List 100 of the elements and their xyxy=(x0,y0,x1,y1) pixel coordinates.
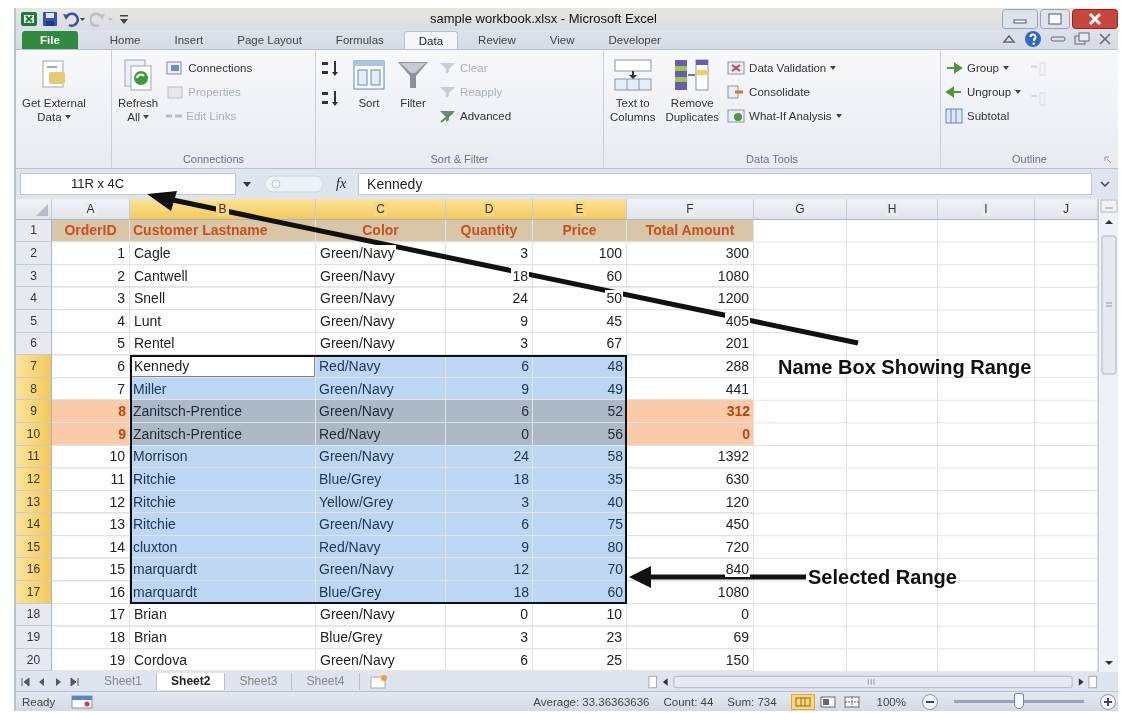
table-cell: 288 xyxy=(627,355,754,378)
row-header[interactable]: 15 xyxy=(16,535,52,559)
table-cell: 1200 xyxy=(627,287,754,310)
table-cell: Lunt xyxy=(130,309,316,333)
table-cell: 9 xyxy=(446,309,533,333)
table-cell: 6 xyxy=(446,355,533,378)
ribbon-button[interactable]: Sort xyxy=(350,53,388,114)
row-header[interactable]: 4 xyxy=(16,287,52,310)
macro-record-icon[interactable] xyxy=(69,693,96,710)
column-header[interactable]: E xyxy=(533,198,627,220)
undo-icon[interactable] xyxy=(62,10,86,27)
row-header[interactable]: 19 xyxy=(16,626,52,649)
row-header[interactable]: 9 xyxy=(16,400,52,423)
table-cell: Cordova xyxy=(130,648,316,672)
insert-function-button[interactable]: fx xyxy=(330,175,353,192)
dialog-launcher-icon[interactable] xyxy=(1104,155,1112,164)
table-cell: 11 xyxy=(52,468,130,491)
table-cell: Blue/Grey xyxy=(316,468,446,491)
column-header[interactable]: I xyxy=(938,198,1035,220)
table-cell: 6 xyxy=(446,513,533,536)
ribbon-button[interactable]: Ungroup xyxy=(945,81,1024,102)
sheet-tab[interactable]: Sheet2 xyxy=(157,673,226,691)
table-cell: 0 xyxy=(446,603,533,627)
ribbon-tab[interactable]: Formulas xyxy=(321,30,398,49)
table-cell: 50 xyxy=(533,287,627,310)
row-header[interactable]: 11 xyxy=(16,445,52,469)
column-header[interactable]: F xyxy=(627,198,754,220)
annotation-label: Name Box Showing Range xyxy=(778,356,1032,379)
row-header[interactable]: 17 xyxy=(16,581,52,604)
name-box[interactable]: 11R x 4C xyxy=(20,172,236,195)
ribbon-button[interactable]: Advanced xyxy=(438,105,514,126)
table-cell: Rentel xyxy=(130,332,316,356)
ribbon-button[interactable]: Filter xyxy=(394,53,432,114)
link-icon xyxy=(166,113,183,118)
row-header[interactable]: 6 xyxy=(16,332,52,356)
table-cell: 0 xyxy=(627,422,754,446)
row-header[interactable]: 13 xyxy=(16,490,52,514)
row-header[interactable]: 18 xyxy=(16,603,52,627)
table-cell: Yellow/Grey xyxy=(316,490,446,514)
row-header[interactable]: 8 xyxy=(16,377,52,401)
table-cell: 60 xyxy=(533,264,627,288)
row-header[interactable]: 12 xyxy=(16,468,52,491)
row-header[interactable]: 2 xyxy=(16,242,52,265)
row-header[interactable]: 20 xyxy=(16,648,52,672)
ribbon-button[interactable]: Connections xyxy=(166,57,255,78)
dropdown-icon[interactable] xyxy=(242,179,252,188)
ribbon-tab[interactable]: Insert xyxy=(160,30,218,49)
restore-button[interactable] xyxy=(1040,8,1070,29)
file-tab[interactable]: File xyxy=(22,30,78,49)
zoom-slider-thumb[interactable] xyxy=(1014,693,1024,710)
row-header[interactable]: 10 xyxy=(16,422,52,446)
table-cell: 8 xyxy=(52,400,130,423)
restore-workbook-icon[interactable] xyxy=(1074,32,1090,47)
ribbon-tab[interactable]: Review xyxy=(464,30,530,49)
row-header[interactable]: 16 xyxy=(16,558,52,582)
first-sheet-icon[interactable] xyxy=(20,674,32,689)
table-cell: 720 xyxy=(627,535,754,559)
ribbon-tab[interactable]: Data xyxy=(403,30,459,49)
last-sheet-icon[interactable] xyxy=(68,674,80,689)
ribbon-tab[interactable]: Page Layout xyxy=(223,30,316,49)
ribbon-tab[interactable]: View xyxy=(535,30,589,49)
column-header[interactable]: H xyxy=(847,198,938,220)
ribbon-button[interactable]: Remove Duplicates xyxy=(663,53,722,128)
table-cell: 1080 xyxy=(627,581,754,604)
close-button[interactable] xyxy=(1072,8,1118,29)
column-header[interactable]: G xyxy=(754,198,847,220)
column-header[interactable]: C xyxy=(316,198,446,220)
row-header[interactable]: 1 xyxy=(16,219,52,243)
column-header[interactable]: A xyxy=(52,198,130,220)
ribbon-button[interactable]: Group xyxy=(945,57,1024,78)
ribbon-button[interactable]: What-If Analysis xyxy=(727,105,844,126)
formula-field[interactable]: Kennedy xyxy=(358,172,1092,195)
ribbon-button[interactable]: Text to Columns xyxy=(608,53,658,128)
row-header[interactable]: 3 xyxy=(16,264,52,288)
table-cell: Green/Navy xyxy=(316,242,446,265)
ribbon-button[interactable]: Subtotal xyxy=(945,105,1024,126)
ribbon-tab[interactable]: Developer xyxy=(594,30,675,49)
ribbon-tab[interactable]: Home xyxy=(95,30,155,49)
row-header[interactable]: 5 xyxy=(16,309,52,333)
table-cell: Cagle xyxy=(130,242,316,265)
zoom-in-button[interactable] xyxy=(1098,692,1118,711)
table-cell: Green/Navy xyxy=(316,445,446,469)
column-header[interactable]: J xyxy=(1035,198,1098,220)
save-icon[interactable] xyxy=(42,10,58,27)
table-cell: 6 xyxy=(446,400,533,423)
ribbon-button[interactable]: Data Validation xyxy=(727,57,844,78)
help-icon[interactable] xyxy=(1024,30,1042,49)
column-header[interactable]: D xyxy=(446,198,533,220)
table-cell: 13 xyxy=(52,513,130,536)
ribbon-button[interactable]: Refresh All xyxy=(116,53,161,128)
zoom-out-button[interactable] xyxy=(920,692,940,711)
ribbon-button[interactable]: Get External Data xyxy=(20,53,88,128)
normal-view-button[interactable] xyxy=(790,693,815,710)
zoom-level[interactable]: 100% xyxy=(876,695,906,708)
ribbon-button[interactable]: Consolidate xyxy=(727,81,844,102)
close-workbook-icon[interactable] xyxy=(1098,32,1112,47)
table-cell: 69 xyxy=(627,626,754,649)
row-header[interactable]: 14 xyxy=(16,513,52,536)
row-header[interactable]: 7 xyxy=(16,355,52,378)
link-icon xyxy=(166,59,185,76)
